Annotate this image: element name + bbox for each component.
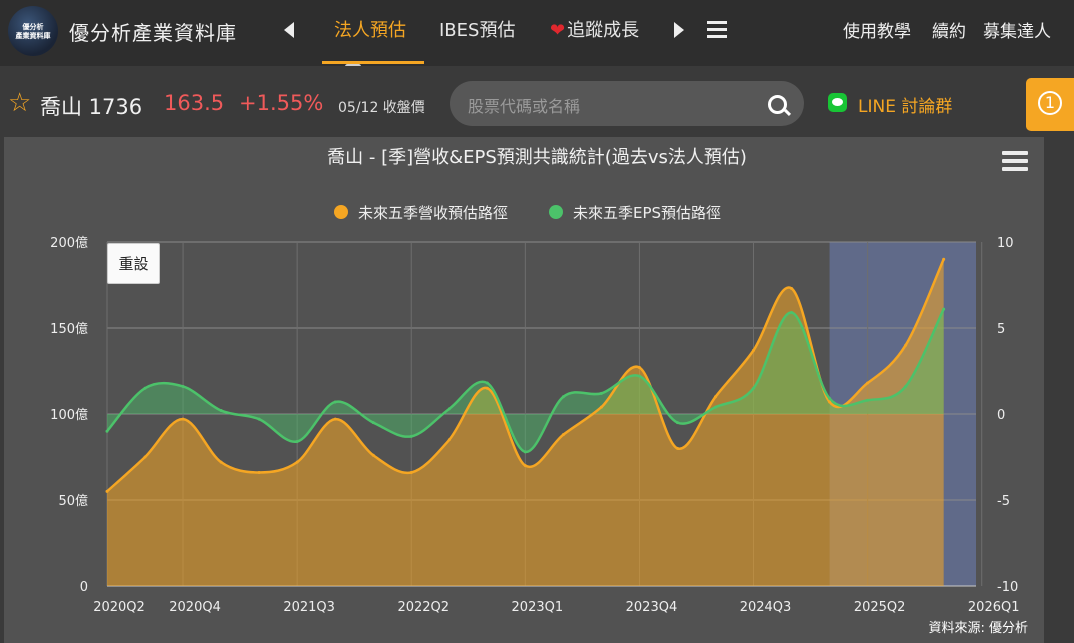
- revenue-point: [371, 453, 375, 457]
- revenue-point: [257, 470, 261, 474]
- eps-point: [675, 421, 679, 425]
- revenue-point: [866, 381, 870, 385]
- revenue-point: [904, 343, 908, 347]
- eps-point: [637, 374, 641, 378]
- eps-point: [942, 307, 946, 311]
- eps-point: [295, 440, 299, 444]
- y-left-tick-label: 50億: [58, 493, 88, 509]
- revenue-point: [637, 366, 641, 370]
- x-tick-label: 2020Q4: [169, 600, 221, 615]
- revenue-point: [790, 286, 794, 290]
- eps-point: [257, 417, 261, 421]
- y-right-tick-label: 0: [997, 408, 1005, 423]
- revenue-point: [828, 400, 832, 404]
- y-left-tick-label: 100億: [50, 407, 88, 423]
- revenue-point: [561, 433, 565, 437]
- revenue-point: [143, 455, 147, 459]
- chart-title: 喬山 - [季]營收&EPS預測共識統計(過去vs法人預估): [327, 147, 747, 168]
- y-right-tick-label: 10: [997, 236, 1014, 251]
- legend-revenue-marker: [334, 205, 348, 219]
- revenue-point: [295, 460, 299, 464]
- eps-point: [866, 398, 870, 402]
- eps-point: [904, 384, 908, 388]
- eps-point: [371, 421, 375, 425]
- x-tick-label: 2022Q2: [397, 600, 449, 615]
- eps-point: [105, 429, 109, 433]
- revenue-point: [752, 348, 756, 352]
- revenue-point: [181, 417, 185, 421]
- eps-point: [561, 395, 565, 399]
- eps-point: [485, 381, 489, 385]
- x-tick-label: 2023Q1: [512, 600, 564, 615]
- x-tick-label: 2020Q2: [93, 600, 145, 615]
- legend-eps-marker: [549, 205, 563, 219]
- x-tick-label: 2024Q3: [740, 600, 792, 615]
- eps-point: [143, 386, 147, 390]
- eps-point: [409, 434, 413, 438]
- forecast-chart: 0 50億 100億 150億 200億 -10 -5 0 5 10 2020Q2 2020Q4 202…: [50, 147, 1028, 636]
- y-right-tick-label: 5: [997, 322, 1005, 337]
- eps-point: [752, 386, 756, 390]
- y-right-tick-label: -10: [997, 580, 1018, 595]
- revenue-point: [713, 395, 717, 399]
- eps-point: [447, 407, 451, 411]
- revenue-point: [485, 386, 489, 390]
- revenue-point: [333, 417, 337, 421]
- chart-menu-icon[interactable]: [998, 147, 1032, 177]
- legend-eps-label: 未來五季EPS預估路徑: [573, 204, 721, 222]
- revenue-point: [523, 464, 527, 468]
- eps-point: [523, 450, 527, 454]
- x-tick-label: 2021Q3: [283, 600, 335, 615]
- eps-point: [219, 409, 223, 413]
- eps-point: [181, 384, 185, 388]
- revenue-point: [675, 446, 679, 450]
- y-left-tick-label: 200億: [50, 235, 88, 251]
- x-tick-label: 2023Q4: [626, 600, 678, 615]
- eps-point: [790, 311, 794, 315]
- x-tick-label: 2026Q1: [968, 600, 1020, 615]
- reset-zoom-button[interactable]: 重設: [107, 243, 160, 284]
- eps-point: [828, 397, 832, 401]
- eps-point: [713, 405, 717, 409]
- chart-source-credit: 資料來源: 優分析: [928, 621, 1028, 636]
- revenue-point: [409, 470, 413, 474]
- eps-point: [599, 391, 603, 395]
- revenue-point: [105, 489, 109, 493]
- revenue-point: [942, 257, 946, 261]
- revenue-point: [599, 405, 603, 409]
- x-tick-label: 2025Q2: [854, 600, 906, 615]
- eps-point: [333, 400, 337, 404]
- y-left-tick-label: 0: [80, 580, 88, 595]
- y-right-tick-label: -5: [997, 494, 1010, 509]
- legend-revenue-label: 未來五季營收預估路徑: [358, 204, 508, 222]
- revenue-point: [447, 438, 451, 442]
- y-left-tick-label: 150億: [50, 321, 88, 337]
- revenue-point: [219, 460, 223, 464]
